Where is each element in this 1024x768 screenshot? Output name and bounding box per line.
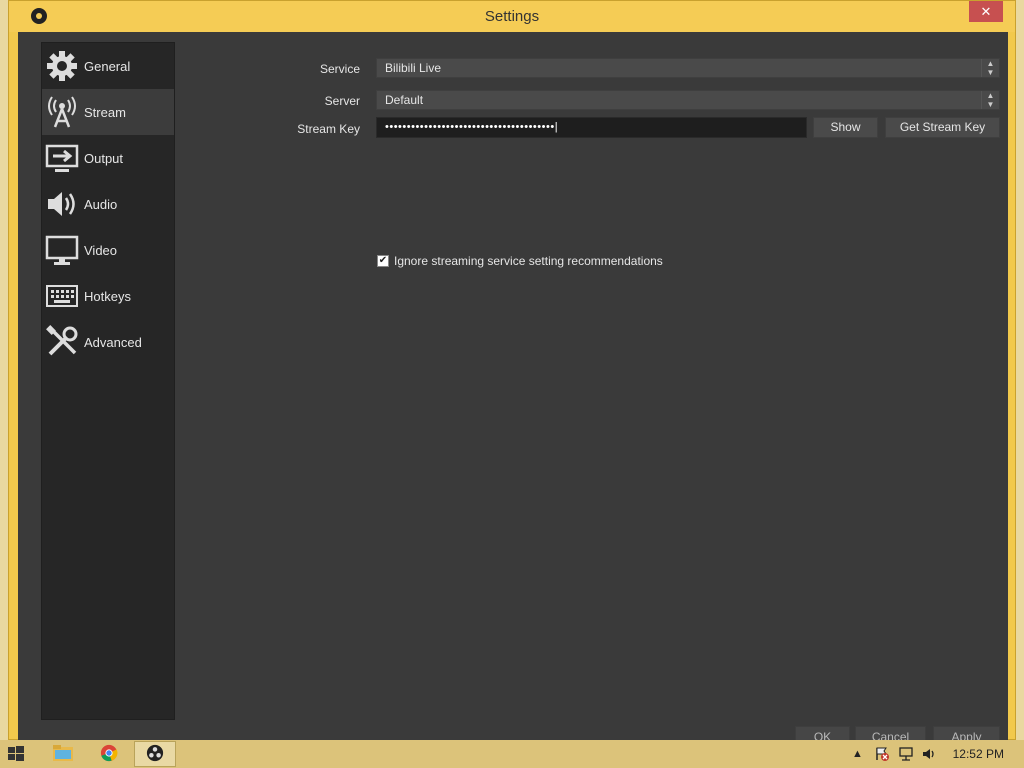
sidebar-item-video[interactable]: Video	[42, 227, 174, 273]
sidebar-item-label: Advanced	[84, 334, 142, 350]
service-select[interactable]: Bilibili Live ▲ ▼	[376, 58, 1000, 78]
sidebar-item-label: Output	[84, 150, 124, 166]
keyboard-icon	[44, 278, 80, 314]
speaker-icon	[44, 186, 80, 222]
sidebar-item-general[interactable]: General	[42, 43, 174, 89]
get-stream-key-button[interactable]: Get Stream Key	[885, 117, 1000, 138]
spin-arrows-icon: ▲ ▼	[981, 91, 999, 109]
server-select[interactable]: Default ▲ ▼	[376, 90, 1000, 110]
sidebar-item-label: General	[84, 58, 131, 74]
service-label: Service	[319, 62, 360, 76]
ignore-recommendations-checkbox[interactable]: ✔	[377, 255, 389, 267]
close-button[interactable]: ✕	[969, 1, 1003, 22]
tray-expand-icon[interactable]: ▲	[852, 740, 863, 768]
ignore-recommendations-row[interactable]: ✔ Ignore streaming service setting recom…	[377, 254, 663, 268]
stream-key-input[interactable]: •••••••••••••••••••••••••••••••••••••••|	[376, 117, 807, 138]
folder-icon	[52, 744, 74, 765]
sidebar-item-label: Audio	[84, 196, 118, 212]
volume-icon[interactable]	[921, 740, 937, 768]
antenna-icon	[44, 94, 80, 130]
sidebar-item-label: Stream	[84, 104, 126, 120]
server-label: Server	[324, 94, 360, 108]
windows-start-icon[interactable]	[8, 746, 24, 762]
ignore-recommendations-label: Ignore streaming service setting recomme…	[394, 254, 663, 268]
service-value: Bilibili Live	[385, 61, 442, 75]
chrome-icon	[100, 744, 118, 765]
titlebar: Settings ✕	[9, 1, 1015, 32]
stream-key-label: Stream Key	[297, 122, 360, 136]
tools-icon	[44, 324, 80, 360]
sidebar-item-label: Hotkeys	[84, 288, 131, 304]
show-key-button[interactable]: Show	[813, 117, 878, 138]
windows-taskbar: ▲ 12:52 PM	[0, 740, 1024, 768]
window-title: Settings	[484, 8, 540, 25]
obs-logo-icon	[146, 744, 164, 765]
server-value: Default	[385, 93, 424, 107]
gear-icon	[44, 48, 80, 84]
taskbar-obs[interactable]	[134, 741, 176, 767]
sidebar-item-audio[interactable]: Audio	[42, 181, 174, 227]
sidebar-item-label: Video	[84, 242, 118, 258]
settings-sidebar: General Stream Output Audio Video Hotkey…	[41, 42, 175, 720]
monitor-icon	[44, 232, 80, 268]
sidebar-item-advanced[interactable]: Advanced	[42, 319, 174, 365]
sidebar-item-output[interactable]: Output	[42, 135, 174, 181]
sidebar-item-hotkeys[interactable]: Hotkeys	[42, 273, 174, 319]
output-icon	[44, 140, 80, 176]
taskbar-chrome[interactable]	[88, 741, 130, 767]
action-center-flag-icon[interactable]	[874, 740, 890, 768]
network-icon[interactable]	[898, 740, 914, 768]
spin-arrows-icon: ▲ ▼	[981, 59, 999, 77]
taskbar-file-explorer[interactable]	[42, 741, 84, 767]
settings-dialog: Settings ✕ General Stream Output Audio V…	[8, 0, 1016, 748]
settings-client-area: General Stream Output Audio Video Hotkey…	[18, 32, 1008, 748]
sidebar-item-stream[interactable]: Stream	[42, 89, 174, 135]
taskbar-clock[interactable]: 12:52 PM	[953, 740, 1004, 768]
